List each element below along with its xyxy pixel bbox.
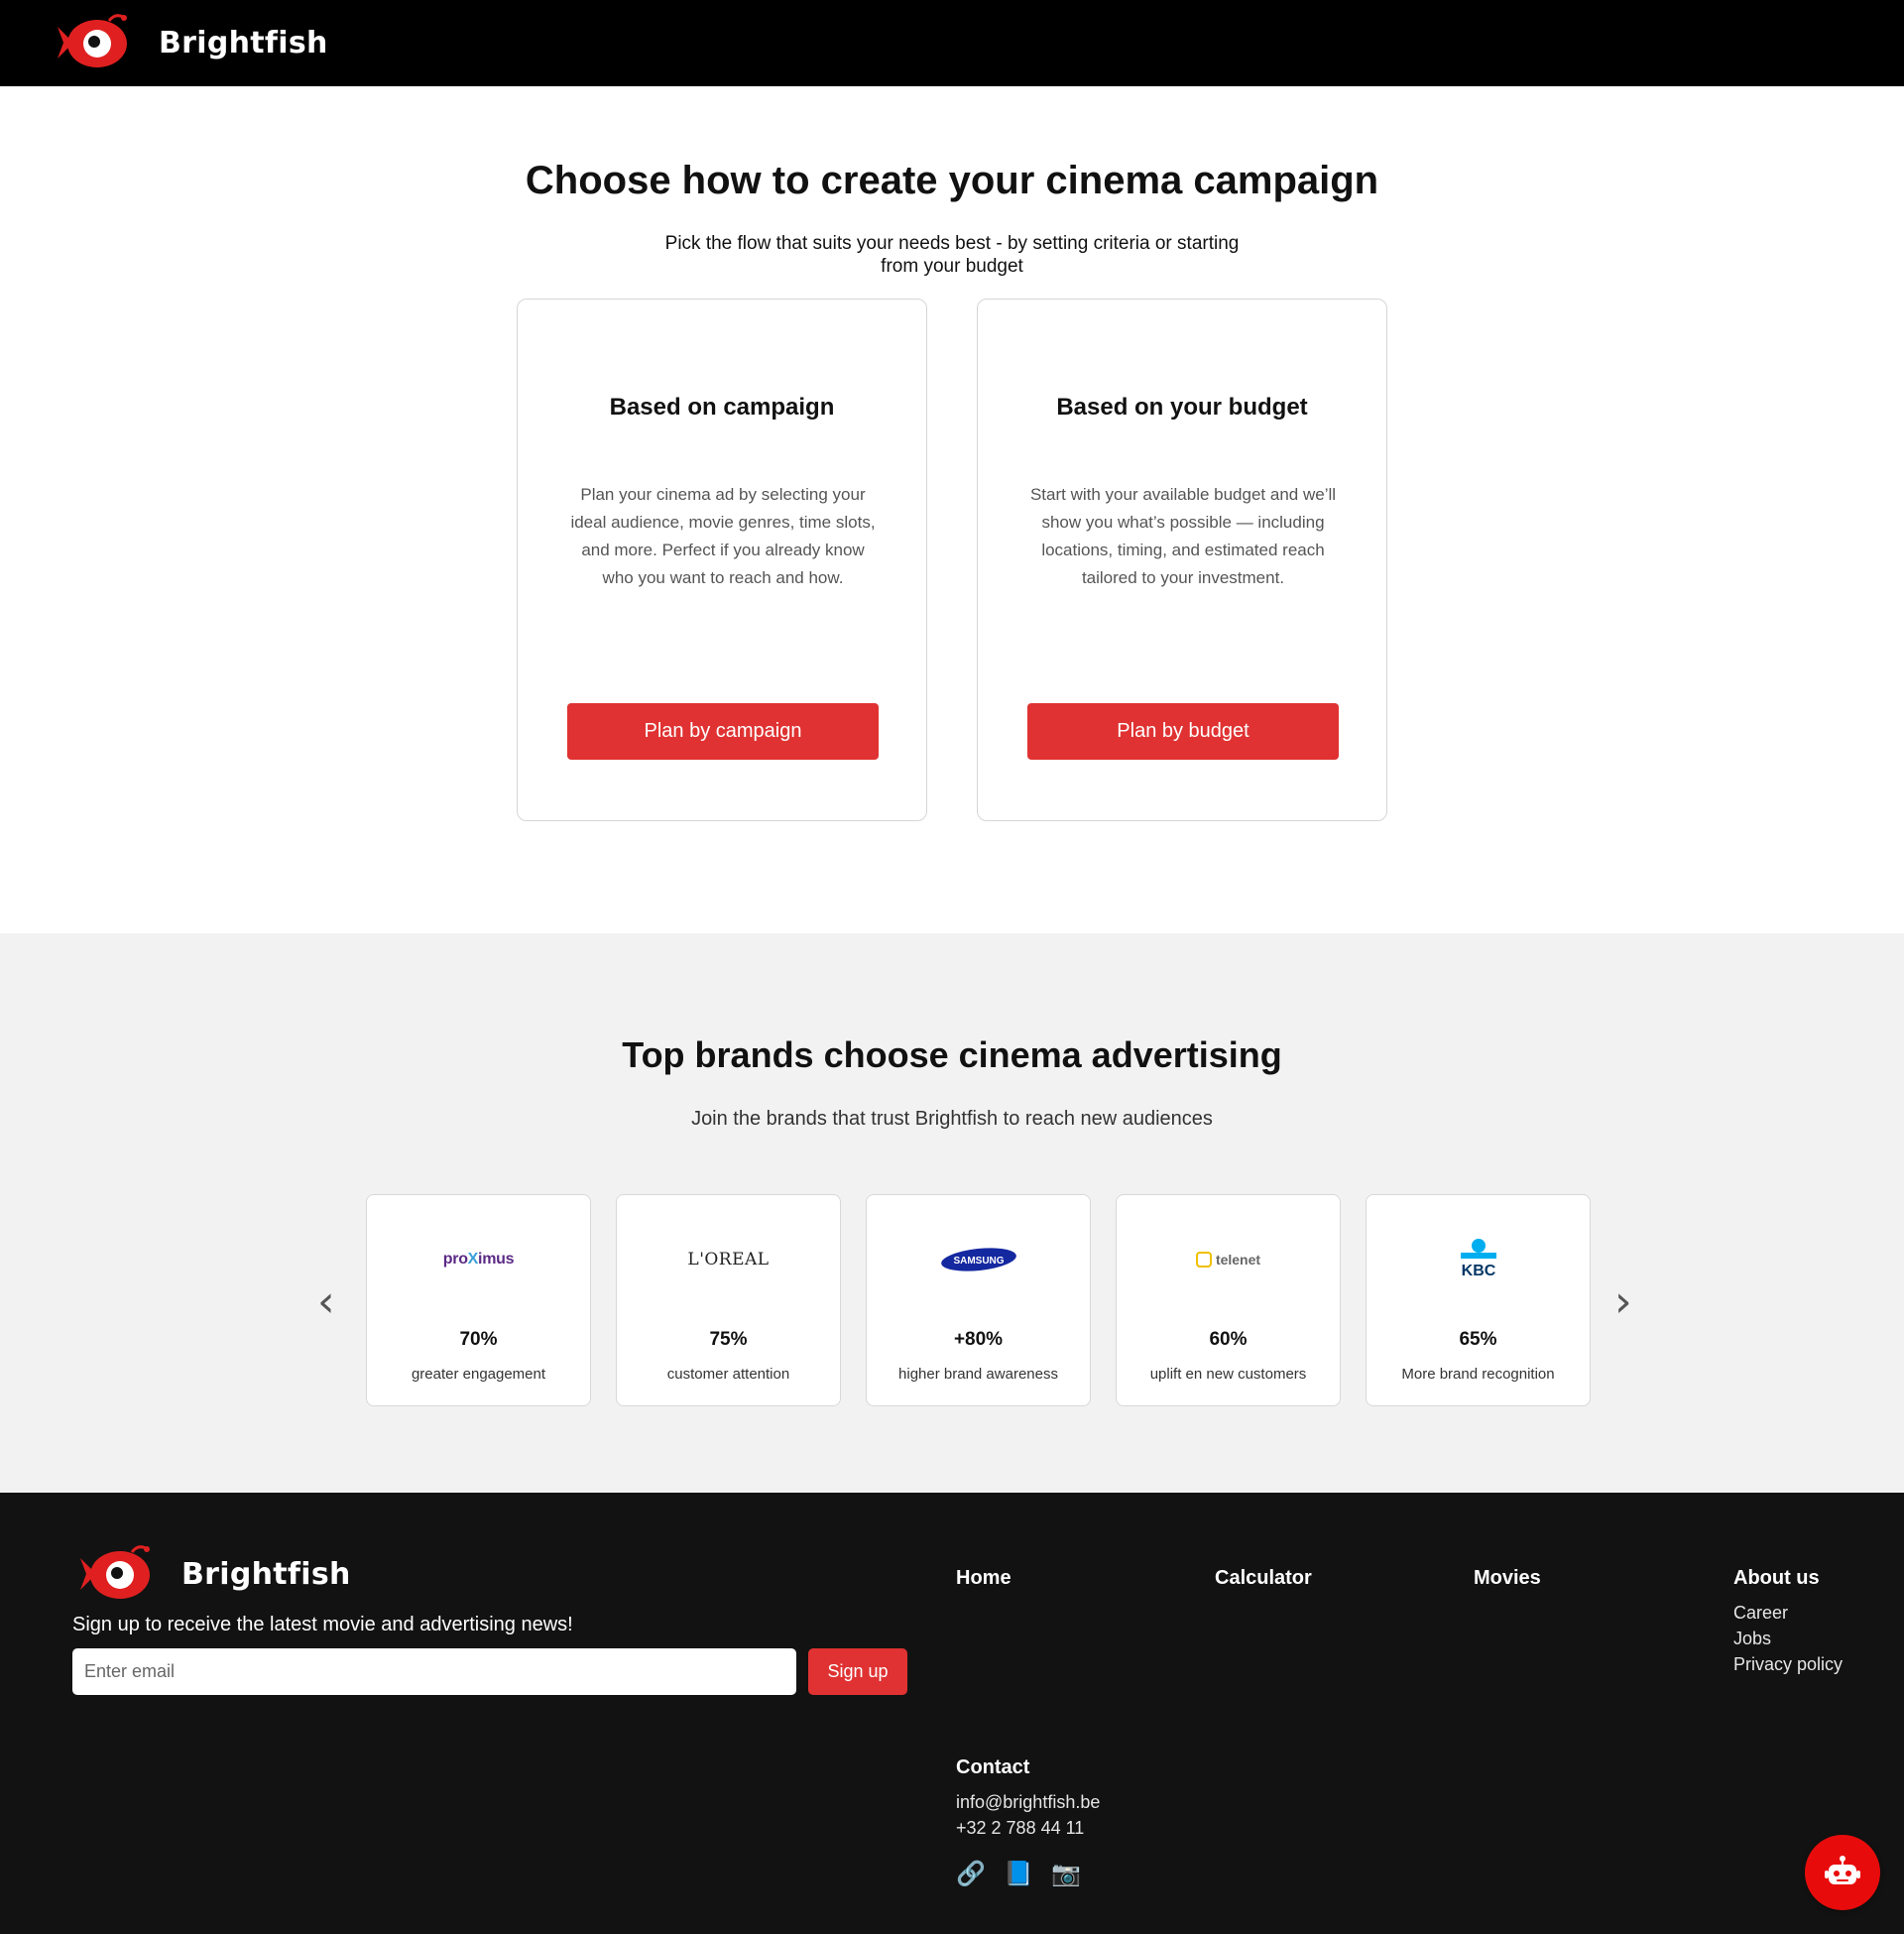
kbc-logo: KBC: [1367, 1235, 1590, 1284]
footer-col-contact: Contact info@brightfish.be +32 2 788 44 …: [956, 1756, 1100, 1841]
brand-card-kbc: KBC 65% More brand recognition: [1366, 1194, 1591, 1406]
footer-link-home[interactable]: Home: [956, 1567, 1012, 1590]
footer-col-calculator: Calculator: [1215, 1567, 1312, 1600]
brand-stat-description: greater engagement: [411, 1366, 546, 1383]
svg-text:SAMSUNG: SAMSUNG: [953, 1256, 1004, 1267]
fish-logo-icon: [58, 14, 127, 67]
footer-link-about-us[interactable]: About us: [1733, 1567, 1843, 1590]
chatbot-button[interactable]: [1805, 1835, 1880, 1910]
footer-brand-wordmark: Brightfish: [181, 1556, 351, 1592]
footer-brand-logo[interactable]: Brightfish: [72, 1542, 351, 1606]
newsletter-signup-button[interactable]: Sign up: [808, 1648, 907, 1695]
camera-icon[interactable]: 📷: [1051, 1860, 1081, 1887]
footer-contact-phone: +32 2 788 44 11: [956, 1818, 1085, 1838]
plan-by-campaign-button[interactable]: Plan by campaign: [567, 703, 879, 760]
fish-logo-icon: [80, 1545, 150, 1599]
page-title: Choose how to create your cinema campaig…: [525, 159, 1379, 202]
brand-stat: 60%: [1209, 1329, 1248, 1350]
brand-stat-description: customer attention: [666, 1366, 790, 1383]
newsletter-text: Sign up to receive the latest movie and …: [72, 1614, 573, 1635]
newsletter-email-input[interactable]: [72, 1648, 796, 1695]
telenet-square-icon: [1195, 1252, 1212, 1268]
footer-contact-email[interactable]: info@brightfish.be: [956, 1789, 1100, 1815]
flow-card-description: Plan your cinema ad by selecting your id…: [570, 485, 876, 587]
brands-title: Top brands choose cinema advertising: [622, 1034, 1282, 1075]
footer-link-career[interactable]: Career: [1733, 1600, 1843, 1626]
brand-stat: 65%: [1459, 1329, 1497, 1350]
svg-text:KBC: KBC: [1461, 1263, 1495, 1279]
brand-stat: 75%: [709, 1329, 748, 1350]
brand-card-proximus: proXimus 70% greater engagement: [366, 1194, 591, 1406]
site-footer: Brightfish Sign up to receive the latest…: [0, 1493, 1904, 1934]
brand-logo[interactable]: Brightfish: [50, 10, 328, 75]
carousel-prev-icon[interactable]: ‹: [317, 1280, 335, 1324]
robot-icon: [1825, 1856, 1860, 1884]
samsung-logo-icon: SAMSUNG: [940, 1248, 1016, 1271]
footer-link-privacy-policy[interactable]: Privacy policy: [1733, 1651, 1843, 1677]
top-header: Brightfish: [0, 0, 1904, 86]
brand-card-loreal: L'OREAL 75% customer attention: [616, 1194, 841, 1406]
brand-stat: +80%: [953, 1329, 1004, 1350]
footer-link-jobs[interactable]: Jobs: [1733, 1626, 1843, 1651]
samsung-logo: SAMSUNG: [867, 1235, 1090, 1284]
plan-by-budget-button[interactable]: Plan by budget: [1027, 703, 1339, 760]
carousel-next-icon[interactable]: ›: [1614, 1280, 1632, 1324]
brand-wordmark: Brightfish: [159, 25, 328, 60]
flow-card-description: Start with your available budget and we’…: [1029, 485, 1337, 587]
proximus-logo: proXimus: [442, 1251, 515, 1268]
flow-card-title: Based on your budget: [1056, 394, 1308, 421]
footer-col-home: Home: [956, 1567, 1012, 1600]
footer-col-about: About us Career Jobs Privacy policy: [1733, 1567, 1843, 1677]
brand-stat-description: higher brand awareness: [898, 1366, 1058, 1383]
footer-link-movies[interactable]: Movies: [1474, 1567, 1541, 1590]
brands-subtitle: Join the brands that trust Brightfish to…: [691, 1108, 1213, 1130]
page-subtitle: Pick the flow that suits your needs best…: [664, 233, 1240, 277]
flow-card-title: Based on campaign: [609, 394, 835, 421]
loreal-logo: L'OREAL: [687, 1250, 770, 1269]
brand-stat: 70%: [459, 1329, 498, 1350]
kbc-logo-icon: KBC: [1460, 1239, 1496, 1279]
social-links: 🔗 📘 📷: [956, 1860, 1081, 1887]
footer-contact-heading: Contact: [956, 1756, 1030, 1778]
footer-link-calculator[interactable]: Calculator: [1215, 1567, 1312, 1590]
flow-card-budget: Based on your budget Start with your ava…: [977, 299, 1387, 821]
footer-col-movies: Movies: [1474, 1567, 1541, 1600]
brand-card-telenet: telenet 60% uplift en new customers: [1116, 1194, 1341, 1406]
link-icon[interactable]: 🔗: [956, 1860, 986, 1887]
brands-section: Top brands choose cinema advertising Joi…: [0, 933, 1904, 1493]
telenet-logo: telenet: [1117, 1235, 1340, 1284]
brand-stat-description: uplift en new customers: [1149, 1366, 1307, 1383]
brand-card-samsung: SAMSUNG +80% higher brand awareness: [866, 1194, 1091, 1406]
brand-stat-description: More brand recognition: [1401, 1366, 1555, 1383]
flow-card-campaign: Based on campaign Plan your cinema ad by…: [517, 299, 927, 821]
book-icon[interactable]: 📘: [1004, 1860, 1033, 1887]
